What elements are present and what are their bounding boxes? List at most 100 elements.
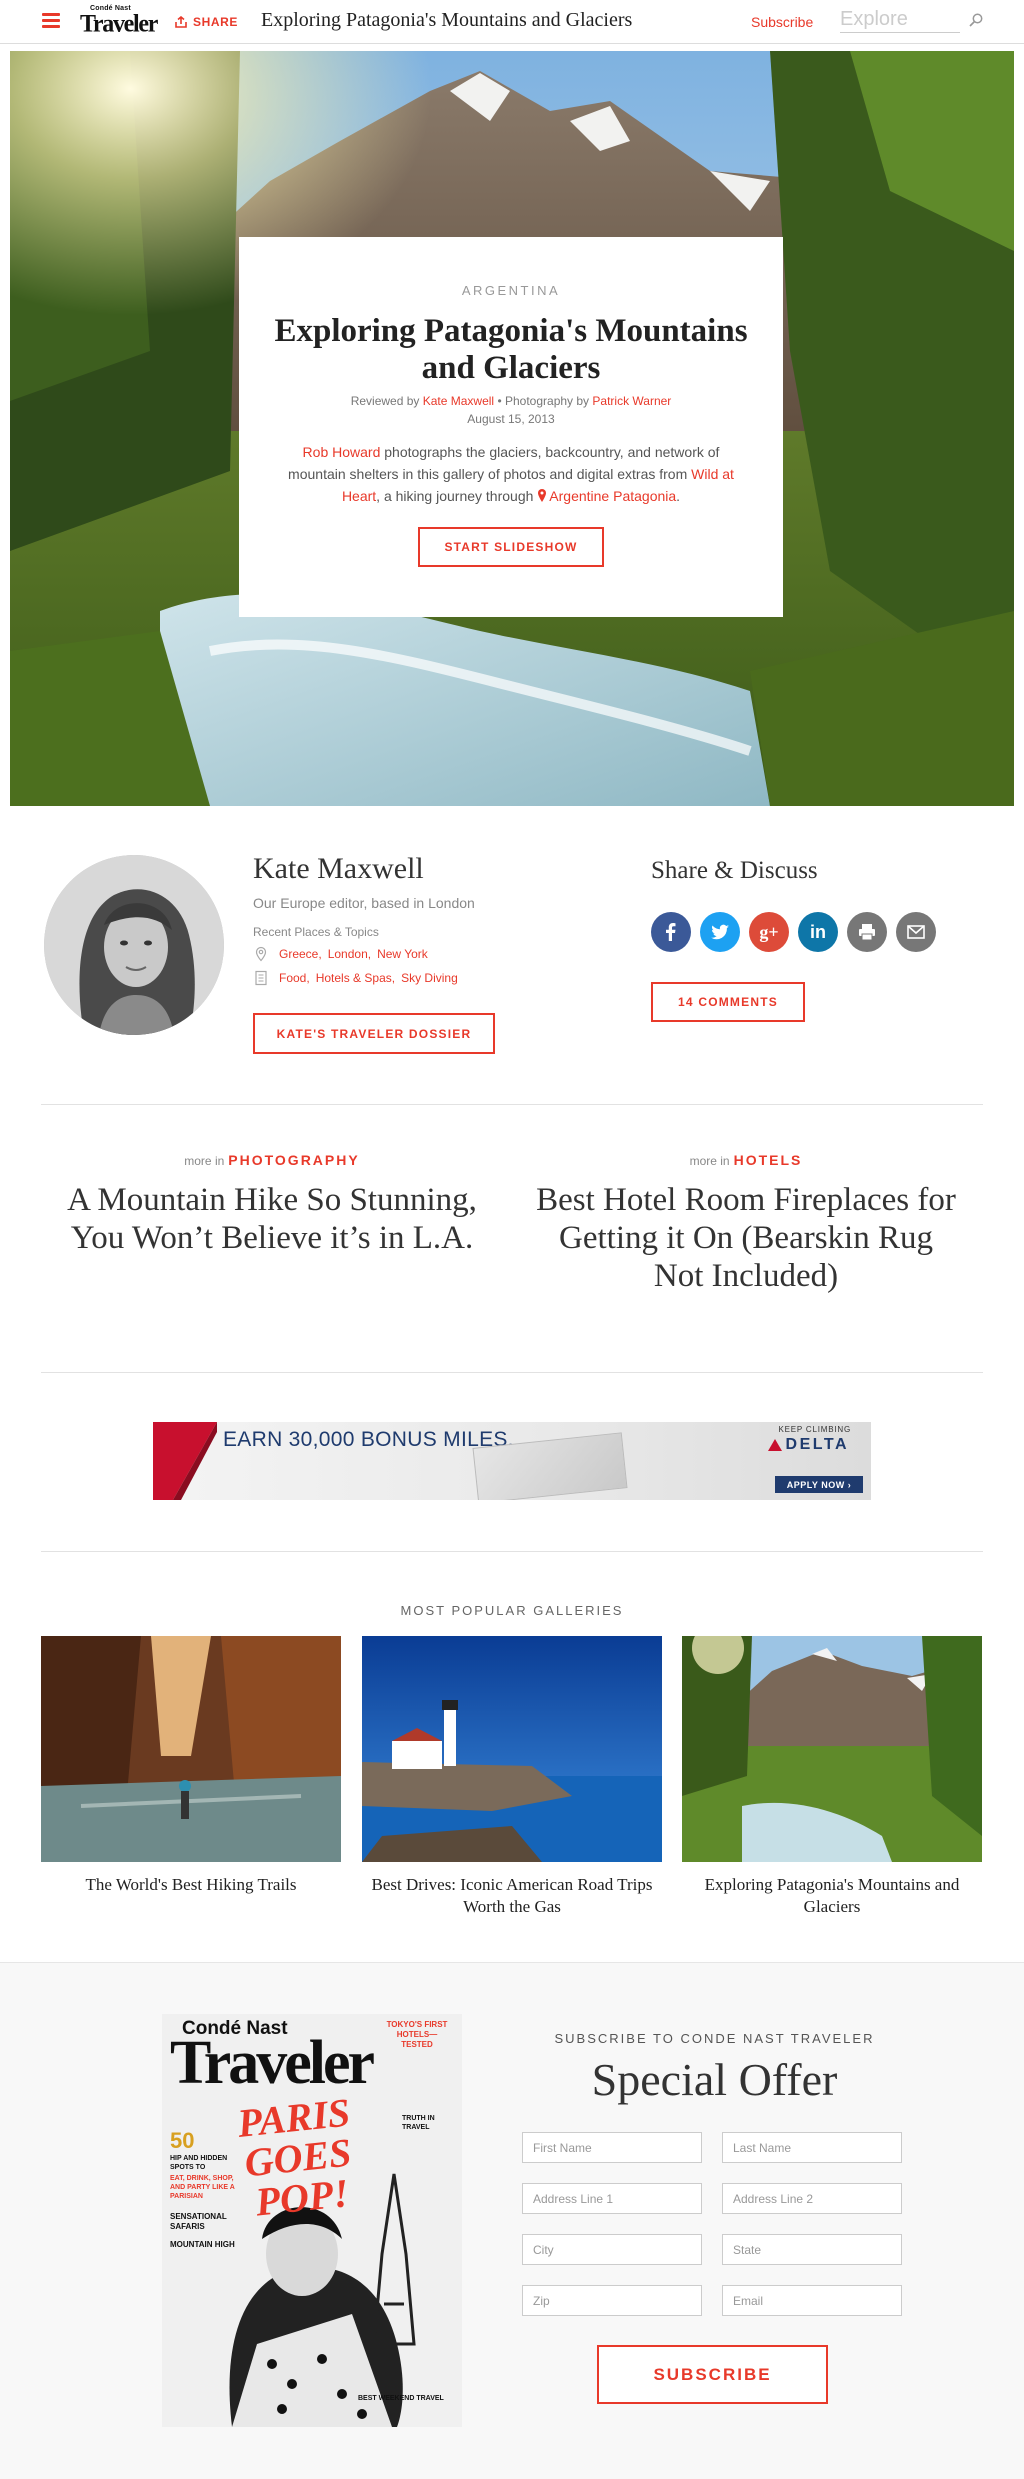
divider bbox=[41, 1104, 983, 1105]
dek-link-rob-howard[interactable]: Rob Howard bbox=[303, 444, 381, 460]
gallery-caption[interactable]: Best Drives: Iconic American Road Trips … bbox=[362, 1874, 662, 1918]
recent-places-row: Greece, London, New York bbox=[253, 946, 428, 962]
state-field[interactable] bbox=[722, 2234, 902, 2265]
hero-title: Exploring Patagonia's Mountains and Glac… bbox=[274, 313, 748, 386]
traveler-dossier-button[interactable]: KATE'S TRAVELER DOSSIER bbox=[253, 1013, 495, 1054]
facebook-icon[interactable] bbox=[651, 912, 691, 952]
photographer-link[interactable]: Patrick Warner bbox=[592, 394, 671, 408]
topic-link-sky-diving[interactable]: Sky Diving bbox=[401, 971, 458, 985]
ad-headline: EARN 30,000 BONUS MILES. bbox=[223, 1428, 514, 1451]
email-icon[interactable] bbox=[896, 912, 936, 952]
section-link-hotels[interactable]: HOTELS bbox=[734, 1152, 803, 1168]
last-name-field[interactable] bbox=[722, 2132, 902, 2163]
subscribe-button[interactable]: SUBSCRIBE bbox=[597, 2345, 828, 2404]
dek-text-3: . bbox=[676, 488, 681, 504]
explore-search-input[interactable] bbox=[840, 7, 960, 33]
reviewer-link[interactable]: Kate Maxwell bbox=[423, 394, 494, 408]
cover-side-number: 50 bbox=[170, 2128, 195, 2153]
site-logo[interactable]: Condé Nast Traveler bbox=[80, 5, 158, 37]
dek-text-2: , a hiking journey through bbox=[376, 488, 538, 504]
social-share-icons: g+ in bbox=[651, 912, 936, 952]
cover-corner-line: TOKYO'S FIRST HOTELS— TESTED bbox=[386, 2020, 448, 2049]
topic-link-hotels-spas[interactable]: Hotels & Spas bbox=[316, 971, 392, 985]
email-field[interactable] bbox=[722, 2285, 902, 2316]
place-link-greece[interactable]: Greece bbox=[279, 947, 318, 961]
search-icon[interactable] bbox=[968, 12, 984, 28]
nav-title: Exploring Patagonia's Mountains and Glac… bbox=[261, 9, 633, 31]
comments-button[interactable]: 14 COMMENTS bbox=[651, 982, 805, 1022]
popular-gallery-item[interactable]: Best Drives: Iconic American Road Trips … bbox=[362, 1636, 662, 1918]
topic-link-food[interactable]: Food bbox=[279, 971, 306, 985]
ad-tagline: KEEP CLIMBING bbox=[778, 1425, 851, 1434]
ad-apply-button[interactable]: APPLY NOW › bbox=[775, 1476, 863, 1493]
gallery-caption[interactable]: Exploring Patagonia's Mountains and Glac… bbox=[682, 1874, 982, 1918]
gallery-thumbnail-patagonia[interactable] bbox=[682, 1636, 982, 1862]
author-portrait bbox=[44, 855, 224, 1035]
cover-bottom-line: BEST WEEKEND TRAVEL bbox=[358, 2395, 444, 2402]
hero-card: ARGENTINA Exploring Patagonia's Mountain… bbox=[239, 237, 783, 617]
location-pin-outline-icon bbox=[255, 946, 267, 962]
zip-field[interactable] bbox=[522, 2285, 702, 2316]
share-button[interactable]: SHARE bbox=[175, 15, 238, 29]
divider bbox=[41, 1372, 983, 1373]
popular-gallery-item[interactable]: Exploring Patagonia's Mountains and Glac… bbox=[682, 1636, 982, 1918]
share-discuss-title: Share & Discuss bbox=[651, 857, 818, 884]
cover-side-line-4: MOUNTAIN HIGH bbox=[170, 2240, 235, 2249]
address-line-1-field[interactable] bbox=[522, 2183, 702, 2214]
popular-galleries-title: MOST POPULAR GALLERIES bbox=[400, 1603, 624, 1618]
delta-wedge-logo bbox=[153, 1422, 217, 1500]
subscribe-kicker: SUBSCRIBE TO CONDE NAST TRAVELER bbox=[554, 2031, 875, 2046]
photography-prefix: • Photography by bbox=[497, 394, 590, 408]
location-pin-icon bbox=[538, 489, 547, 502]
gallery-thumbnail-road-trips[interactable] bbox=[362, 1636, 662, 1862]
recent-places-label: Recent Places & Topics bbox=[253, 925, 379, 939]
hero-dek: Rob Howard photographs the glaciers, bac… bbox=[279, 441, 743, 507]
gallery-caption[interactable]: The World's Best Hiking Trails bbox=[41, 1874, 341, 1896]
more-in-label: more in PHOTOGRAPHY bbox=[184, 1152, 360, 1168]
dek-link-argentine-patagonia[interactable]: Argentine Patagonia bbox=[549, 488, 676, 504]
more-in-photography[interactable]: more in PHOTOGRAPHY A Mountain Hike So St… bbox=[62, 1152, 482, 1257]
more-in-hotels[interactable]: more in HOTELS Best Hotel Room Fireplaces… bbox=[536, 1152, 956, 1295]
cover-side-line-2: EAT, DRINK, SHOP, AND PARTY LIKE A PARIS… bbox=[170, 2175, 235, 2200]
share-icon bbox=[175, 16, 187, 28]
top-nav: Condé Nast Traveler SHARE Exploring Pata… bbox=[0, 0, 1024, 44]
document-icon bbox=[255, 970, 267, 986]
hero-byline: Reviewed by Kate Maxwell • Photography b… bbox=[239, 394, 783, 408]
magazine-cover[interactable]: Condé Nast Traveler TOKYO'S FIRST HOTELS… bbox=[162, 2014, 462, 2427]
hero-date: August 15, 2013 bbox=[467, 412, 555, 426]
delta-brand: DELTA bbox=[767, 1436, 849, 1454]
delta-advertisement[interactable]: EARN 30,000 BONUS MILES. KEEP CLIMBING D… bbox=[153, 1422, 871, 1500]
related-article-title[interactable]: Best Hotel Room Fireplaces for Getting i… bbox=[536, 1181, 956, 1295]
cover-side-line-1: HIP AND HIDDEN SPOTS TO bbox=[170, 2155, 228, 2171]
more-in-label: more in HOTELS bbox=[689, 1152, 803, 1168]
author-name[interactable]: Kate Maxwell bbox=[253, 852, 424, 886]
logo-main-text: Traveler bbox=[80, 10, 158, 38]
reviewed-by-prefix: Reviewed by bbox=[350, 394, 420, 408]
twitter-icon[interactable] bbox=[700, 912, 740, 952]
place-link-london[interactable]: London bbox=[328, 947, 368, 961]
first-name-field[interactable] bbox=[522, 2132, 702, 2163]
author-avatar[interactable] bbox=[44, 855, 224, 1035]
address-line-2-field[interactable] bbox=[722, 2183, 902, 2214]
cover-right-line: TRUTH IN TRAVEL bbox=[402, 2115, 435, 2131]
city-field[interactable] bbox=[522, 2234, 702, 2265]
linkedin-icon[interactable]: in bbox=[798, 912, 838, 952]
hero: ARGENTINA Exploring Patagonia's Mountain… bbox=[10, 51, 1014, 806]
delta-triangle-icon bbox=[767, 1439, 782, 1451]
recent-topics-row: Food, Hotels & Spas, Sky Diving bbox=[253, 970, 458, 986]
subscribe-title: Special Offer bbox=[591, 2054, 838, 2105]
gallery-thumbnail-hiking[interactable] bbox=[41, 1636, 341, 1862]
hero-kicker[interactable]: ARGENTINA bbox=[239, 283, 783, 298]
popular-gallery-item[interactable]: The World's Best Hiking Trails bbox=[41, 1636, 341, 1896]
start-slideshow-button[interactable]: START SLIDESHOW bbox=[418, 527, 604, 567]
menu-icon[interactable] bbox=[42, 13, 60, 28]
subscribe-link[interactable]: Subscribe bbox=[751, 14, 813, 30]
related-article-title[interactable]: A Mountain Hike So Stunning, You Won’t B… bbox=[62, 1181, 482, 1257]
share-label: SHARE bbox=[193, 15, 239, 29]
google-plus-icon[interactable]: g+ bbox=[749, 912, 789, 952]
cover-side-line-3: SENSATIONAL SAFARIS bbox=[170, 2212, 227, 2231]
author-role: Our Europe editor, based in London bbox=[253, 895, 475, 911]
section-link-photography[interactable]: PHOTOGRAPHY bbox=[228, 1152, 359, 1168]
place-link-new-york[interactable]: New York bbox=[377, 947, 428, 961]
print-icon[interactable] bbox=[847, 912, 887, 952]
